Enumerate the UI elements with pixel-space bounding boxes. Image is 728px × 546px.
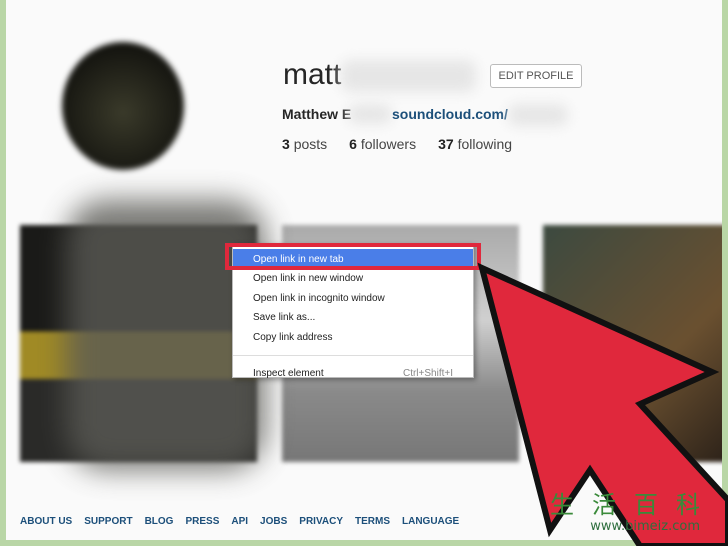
red-arrow-icon xyxy=(477,262,728,546)
watermark-logo: 生活百科 www.bimeiz.com xyxy=(550,492,718,534)
